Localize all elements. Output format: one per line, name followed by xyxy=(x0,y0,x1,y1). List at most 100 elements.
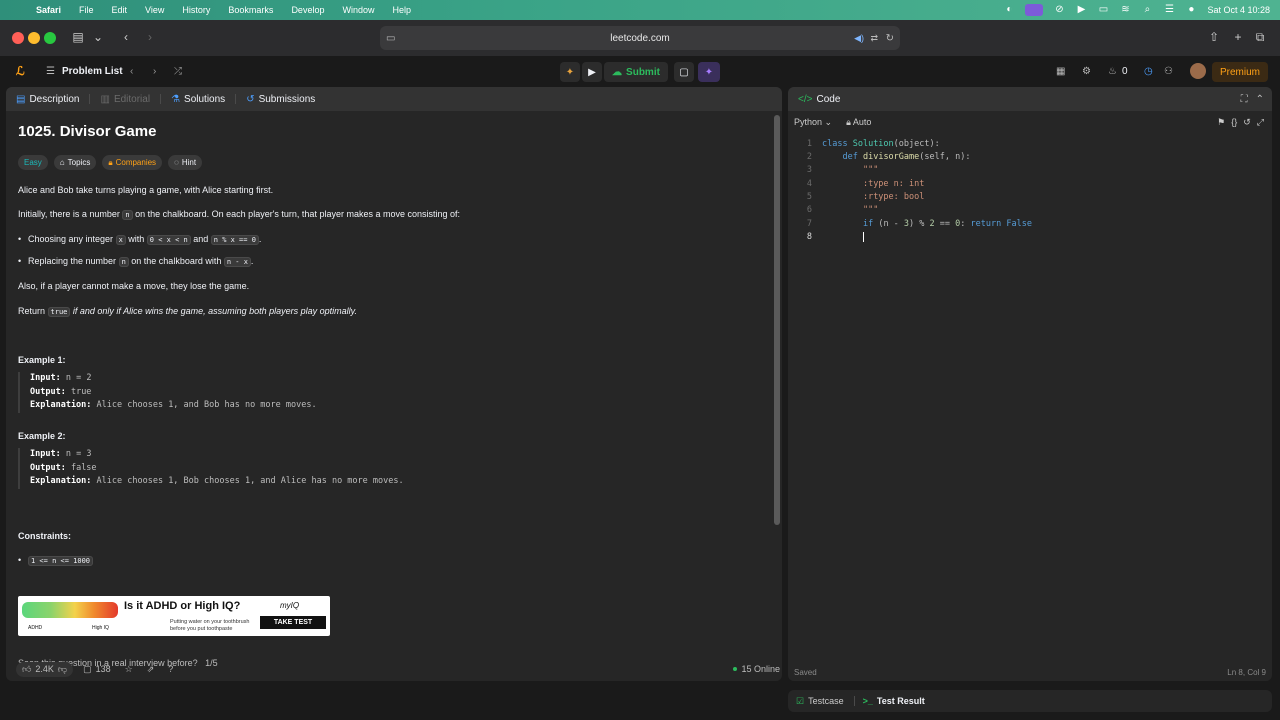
bookmark-icon[interactable]: ⚑ xyxy=(1217,117,1225,128)
play-icon[interactable]: ▶ xyxy=(1075,5,1087,15)
code-line-2: def divisorGame(self, n): xyxy=(842,152,971,162)
menubar-clock[interactable]: Sat Oct 4 10:28 xyxy=(1207,5,1270,15)
submit-button[interactable]: ☁ Submit xyxy=(604,62,668,82)
output-label: Output: xyxy=(30,386,66,397)
example-2-explanation: Explanation: Alice chooses 1, Bob choose… xyxy=(30,475,404,489)
menu-view[interactable]: View xyxy=(145,5,164,15)
collapse-icon[interactable]: ⌃ xyxy=(1256,94,1264,105)
star-icon[interactable]: ☆ xyxy=(125,664,133,675)
menu-edit[interactable]: Edit xyxy=(112,5,128,15)
difficulty-badge[interactable]: Easy xyxy=(18,155,48,170)
tab-description-label: Description xyxy=(29,93,80,105)
shuffle-icon[interactable]: ⤮ xyxy=(174,56,182,86)
sparkle-icon: ✦ xyxy=(704,66,714,78)
zoom-window-button[interactable] xyxy=(44,32,56,44)
document-icon: ▤ xyxy=(16,93,26,105)
run-button[interactable]: ▶ xyxy=(582,62,602,82)
minimize-window-button[interactable] xyxy=(28,32,40,44)
next-problem-icon[interactable]: › xyxy=(153,56,156,86)
history-icon: ↺ xyxy=(246,93,255,105)
compass-icon[interactable]: ⊘ xyxy=(1053,5,1065,15)
translate-icon[interactable]: ⇄ xyxy=(870,33,878,44)
inline-code: 0 < x < n xyxy=(146,235,191,245)
new-tab-icon[interactable]: + xyxy=(1230,30,1246,44)
inline-code: n xyxy=(118,257,129,267)
comment-icon: ▢ xyxy=(83,663,92,674)
battery-icon[interactable]: ▭ xyxy=(1097,5,1109,15)
example-1-title: Example 1: xyxy=(18,355,66,365)
tab-code[interactable]: </> Code xyxy=(798,94,840,105)
reset-icon[interactable]: ↺ xyxy=(1243,117,1251,128)
help-icon[interactable]: ? xyxy=(168,664,173,674)
format-icon[interactable]: {} xyxy=(1231,117,1237,127)
hint-chip[interactable]: ◌ Hint xyxy=(168,155,203,170)
lightbulb-icon: ◌ xyxy=(174,157,179,167)
avatar[interactable] xyxy=(1190,56,1206,86)
reader-icon[interactable]: ▭ xyxy=(386,33,395,44)
inline-code: n - x xyxy=(223,257,251,267)
tab-overview-icon[interactable]: ⧉ xyxy=(1252,30,1268,45)
streak-flame-icon[interactable]: ♨ xyxy=(1108,56,1117,86)
sidebar-toggle-icon[interactable]: ▤ xyxy=(70,30,86,44)
screen-record-icon[interactable]: ◐ xyxy=(1003,5,1015,15)
close-window-button[interactable] xyxy=(12,32,24,44)
notes-button[interactable]: ▢ xyxy=(674,62,694,82)
tab-description[interactable]: ▤ Description xyxy=(16,94,79,105)
address-bar[interactable]: ▭ leetcode.com ↻ ⇄ ◀) xyxy=(380,26,900,50)
layout-icon[interactable]: ▦ xyxy=(1056,56,1065,86)
siri-icon[interactable]: ● xyxy=(1185,5,1197,15)
menu-app-name[interactable]: Safari xyxy=(36,5,61,15)
audio-icon[interactable]: ◀) xyxy=(854,33,864,44)
maximize-icon[interactable]: ⛶ xyxy=(1241,94,1248,105)
ad-headline: Is it ADHD or High IQ? xyxy=(124,600,241,612)
settings-icon[interactable]: ⚙ xyxy=(1082,56,1091,86)
auto-mode[interactable]: 🔒︎ Auto xyxy=(846,117,871,128)
topics-chip[interactable]: ⌂ Topics xyxy=(53,155,97,170)
language-select[interactable]: Python ⌄ xyxy=(794,117,832,128)
like-button[interactable]: 👍︎ 2.4K 👎︎ xyxy=(16,661,74,677)
wifi-icon[interactable]: ≋ xyxy=(1119,5,1131,15)
description-panel: ▤ Description ▥ Editorial ⚗ Solutions ↺ Subm… xyxy=(6,87,782,681)
timer-icon[interactable]: ◷ xyxy=(1144,56,1153,86)
leetcode-logo-icon[interactable]: ℒ xyxy=(16,56,25,86)
macos-menubar: Safari File Edit View History Bookmarks … xyxy=(0,0,1280,20)
add-user-icon[interactable]: ⚇ xyxy=(1164,56,1173,86)
description-scrollbar[interactable] xyxy=(774,115,780,525)
back-icon[interactable]: ‹ xyxy=(118,30,134,44)
control-center-icon[interactable]: ☰ xyxy=(1163,5,1175,15)
menu-file[interactable]: File xyxy=(79,5,94,15)
ad-cta-button[interactable]: TAKE TEST xyxy=(260,616,326,629)
tab-divider xyxy=(160,94,162,104)
fullscreen-icon[interactable]: ⤢ xyxy=(1257,117,1264,128)
tab-editorial[interactable]: ▥ Editorial xyxy=(100,94,150,105)
share-link-icon[interactable]: ⇗ xyxy=(147,664,155,675)
tab-testcase[interactable]: ☑ Testcase xyxy=(796,696,844,707)
forward-icon[interactable]: › xyxy=(142,30,158,44)
stage-manager-icon[interactable] xyxy=(1025,4,1044,16)
menu-window[interactable]: Window xyxy=(342,5,374,15)
advertisement[interactable]: ADHD High IQ Is it ADHD or High IQ? Putt… xyxy=(18,596,330,636)
reload-icon[interactable]: ↻ xyxy=(886,33,894,44)
ai-assist-button[interactable]: ✦ xyxy=(698,62,720,82)
tab-test-result[interactable]: >_ Test Result xyxy=(863,696,925,706)
share-icon[interactable]: ⇧ xyxy=(1206,30,1222,44)
menu-help[interactable]: Help xyxy=(392,5,411,15)
p4-text-b: if and only if Alice wins the game, assu… xyxy=(70,306,358,316)
explanation-value: Alice chooses 1, Bob chooses 1, and Alic… xyxy=(96,476,404,486)
ad-gradient-bar xyxy=(22,602,118,618)
companies-chip[interactable]: 🔒︎ Companies xyxy=(102,155,163,170)
debug-button[interactable]: ✦ xyxy=(560,62,580,82)
problem-list-link[interactable]: Problem List xyxy=(62,56,123,86)
online-label: 15 Online xyxy=(741,664,780,674)
list-icon[interactable]: ☰ xyxy=(46,56,55,86)
menu-history[interactable]: History xyxy=(182,5,210,15)
comments-button[interactable]: ▢ 138 xyxy=(83,664,111,675)
chevron-down-icon[interactable]: ⌄ xyxy=(90,30,106,44)
tab-solutions[interactable]: ⚗ Solutions xyxy=(171,94,225,105)
search-icon[interactable]: ⌕ xyxy=(1141,5,1153,15)
premium-button[interactable]: Premium xyxy=(1212,62,1268,82)
menu-bookmarks[interactable]: Bookmarks xyxy=(228,5,273,15)
menu-develop[interactable]: Develop xyxy=(291,5,324,15)
prev-problem-icon[interactable]: ‹ xyxy=(130,56,133,86)
tab-submissions[interactable]: ↺ Submissions xyxy=(246,94,315,105)
